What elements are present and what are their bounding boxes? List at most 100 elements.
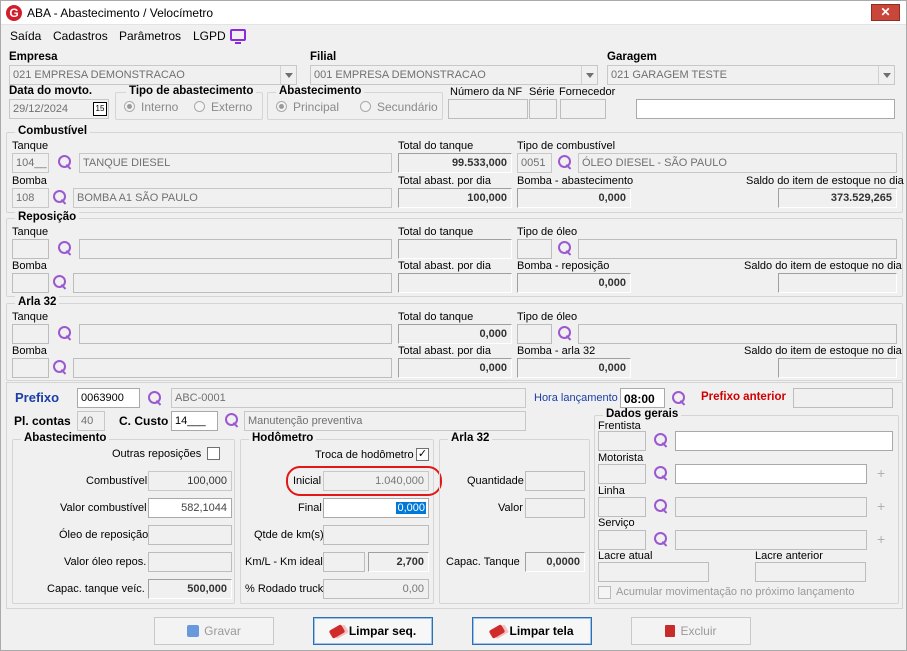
gravar-button-label: Gravar	[204, 624, 241, 638]
search-icon[interactable]	[52, 359, 68, 375]
comb-bomba-abast: 0,000	[517, 188, 631, 208]
frentista-name-field[interactable]	[675, 431, 893, 451]
ab-capac-label: Capac. tanque veíc.	[47, 583, 145, 595]
search-icon[interactable]	[147, 390, 163, 406]
arla-total-abast: 0,000	[398, 358, 512, 378]
radio-secundario[interactable]	[360, 101, 371, 112]
search-icon[interactable]	[653, 531, 669, 547]
plus-icon[interactable]: +	[877, 531, 885, 547]
excluir-button[interactable]: Excluir	[631, 617, 751, 645]
pl-contas-field: 40	[77, 411, 105, 431]
arla-total-tanque: 0,000	[398, 324, 512, 344]
radio-principal[interactable]	[276, 101, 287, 112]
comb-tanque-code[interactable]: 104__	[12, 153, 49, 173]
window-title: ABA - Abastecimento / Velocímetro	[27, 6, 214, 20]
search-icon[interactable]	[52, 189, 68, 205]
comb-bomba-code[interactable]: 108	[12, 188, 49, 208]
ab-oleo-field	[148, 525, 232, 545]
pl-contas-value: 40	[81, 415, 94, 427]
ab-capac-field: 500,000	[148, 579, 232, 599]
acumular-checkbox[interactable]	[598, 586, 611, 599]
search-icon[interactable]	[57, 240, 73, 256]
search-icon[interactable]	[52, 274, 68, 290]
ab-valor-oleo-label: Valor óleo repos.	[64, 556, 147, 568]
arla32-valor-label: Valor	[498, 502, 523, 514]
lacre-atual-field[interactable]	[598, 562, 709, 582]
calendar-icon[interactable]: 15	[93, 102, 107, 116]
chevron-down-icon[interactable]	[581, 66, 597, 84]
radio-externo-label: Externo	[211, 100, 253, 114]
ab-valor-field[interactable]: 582,1044	[148, 498, 232, 518]
rep-tipo-code[interactable]	[517, 239, 552, 259]
comb-tipo-code[interactable]: 0051	[517, 153, 552, 173]
search-icon[interactable]	[557, 154, 573, 170]
radio-externo[interactable]	[194, 101, 205, 112]
comb-tipo-code-value: 0051	[521, 157, 546, 169]
numero-nf-label: Número da NF	[450, 86, 523, 98]
search-icon[interactable]	[653, 465, 669, 481]
search-icon[interactable]	[57, 154, 73, 170]
search-icon[interactable]	[557, 325, 573, 341]
prefixo-code-field[interactable]: 0063900	[77, 388, 140, 408]
chevron-down-icon[interactable]	[878, 66, 894, 84]
empresa-select[interactable]: 021 EMPRESA DEMONSTRACAO	[9, 65, 297, 85]
trash-icon	[665, 625, 676, 637]
c-custo-code-field[interactable]: 14___	[171, 411, 218, 431]
limpar-seq-button[interactable]: Limpar seq.	[313, 617, 433, 645]
hod-rodado-field: 0,00	[323, 579, 429, 599]
chevron-down-icon[interactable]	[280, 66, 296, 84]
search-icon[interactable]	[653, 432, 669, 448]
garagem-select[interactable]: 021 GARAGEM TESTE	[607, 65, 895, 85]
monitor-icon[interactable]	[230, 29, 246, 44]
rep-tanque-code[interactable]	[12, 239, 49, 259]
menu-cadastros[interactable]: Cadastros	[53, 29, 108, 43]
search-icon[interactable]	[671, 390, 687, 406]
prefixo-name-value: ABC-0001	[175, 392, 226, 404]
ab-combustivel-label: Combustível	[86, 475, 148, 487]
motorista-code-field[interactable]	[598, 464, 646, 484]
menu-parametros[interactable]: Parâmetros	[119, 29, 181, 43]
fornecedor-name-field[interactable]	[636, 99, 895, 119]
search-icon[interactable]	[224, 412, 240, 428]
save-icon	[187, 625, 200, 637]
servico-code-field[interactable]	[598, 530, 646, 550]
hora-lancamento-value: 08:00	[624, 392, 655, 406]
menu-lgpd[interactable]: LGPD	[193, 29, 226, 43]
fornecedor-code-field[interactable]	[560, 99, 606, 119]
menu-saida[interactable]: Saída	[10, 29, 41, 43]
radio-interno[interactable]	[124, 101, 135, 112]
hora-lancamento-field[interactable]: 08:00	[620, 388, 665, 408]
comb-saldo-label: Saldo do item de estoque no dia	[746, 175, 904, 187]
search-icon[interactable]	[653, 498, 669, 514]
hora-lancamento-label: Hora lançamento	[534, 392, 618, 404]
arla-tanque-code[interactable]	[12, 324, 49, 344]
motorista-name-field[interactable]	[675, 464, 867, 484]
comb-bomba-label: Bomba	[12, 175, 47, 187]
rep-bomba-code[interactable]	[12, 273, 49, 293]
hod-final-field[interactable]: 0,000	[323, 498, 429, 518]
close-button[interactable]: ✕	[871, 4, 900, 21]
rep-tipo-name	[578, 239, 897, 259]
frentista-code-field[interactable]	[598, 431, 646, 451]
gravar-button[interactable]: Gravar	[154, 617, 274, 645]
arla-tipo-code[interactable]	[517, 324, 552, 344]
numero-nf-field[interactable]	[448, 99, 528, 119]
plus-icon[interactable]: +	[877, 465, 885, 481]
outras-reposicoes-checkbox[interactable]	[207, 447, 220, 460]
arla-total-abast-label: Total abast. por dia	[398, 345, 491, 357]
plus-icon[interactable]: +	[877, 498, 885, 514]
linha-code-field[interactable]	[598, 497, 646, 517]
filial-select[interactable]: 001 EMPRESA DEMONSTRACAO	[310, 65, 598, 85]
ab-valor-oleo-field	[148, 552, 232, 572]
search-icon[interactable]	[57, 325, 73, 341]
limpar-tela-button[interactable]: Limpar tela	[472, 617, 592, 645]
excluir-button-label: Excluir	[680, 624, 717, 638]
lacre-atual-label: Lacre atual	[598, 550, 653, 562]
arla-bomba-code[interactable]	[12, 358, 49, 378]
search-icon[interactable]	[557, 240, 573, 256]
comb-bomba-name: BOMBA A1 SÃO PAULO	[73, 188, 392, 208]
garagem-value: 021 GARAGEM TESTE	[611, 69, 727, 81]
comb-tanque-label: Tanque	[12, 140, 49, 152]
serie-field[interactable]	[529, 99, 557, 119]
troca-hodometro-checkbox[interactable]: ✓	[416, 448, 429, 461]
